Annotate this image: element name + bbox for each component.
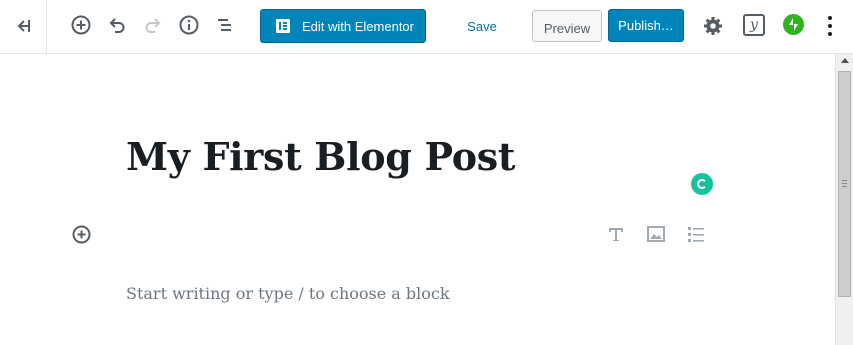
block-navigation-icon[interactable] <box>211 11 239 39</box>
editor-header-toolbar: Edit with Elementor Save Draft Preview P… <box>0 0 853 67</box>
back-to-dashboard-icon[interactable] <box>10 12 38 40</box>
yoast-seo-icon[interactable]: y <box>743 14 765 36</box>
grammarly-icon[interactable] <box>691 173 713 195</box>
toolbar-separator <box>46 0 47 53</box>
edit-with-elementor-label: Edit with Elementor <box>302 18 414 34</box>
image-icon[interactable] <box>644 222 668 246</box>
preview-button[interactable]: Preview <box>532 10 602 42</box>
elementor-icon <box>276 19 290 33</box>
vertical-scrollbar[interactable] <box>835 54 853 345</box>
add-block-icon[interactable] <box>67 11 95 39</box>
more-options-icon[interactable] <box>822 16 838 36</box>
scroll-up-arrow-icon[interactable] <box>841 58 849 63</box>
list-icon[interactable] <box>684 222 708 246</box>
block-placeholder[interactable]: Start writing or type / to choose a bloc… <box>126 284 450 303</box>
undo-icon[interactable] <box>103 11 131 39</box>
edit-with-elementor-button[interactable]: Edit with Elementor <box>260 9 426 43</box>
add-block-inline-icon[interactable] <box>71 224 92 245</box>
heading-icon[interactable] <box>604 222 628 246</box>
gear-icon[interactable] <box>699 12 727 40</box>
editor-canvas: My First Blog Post Start writing or type… <box>0 54 835 345</box>
scrollbar-grip-icon <box>842 180 847 187</box>
post-title[interactable]: My First Blog Post <box>126 134 515 179</box>
redo-icon[interactable] <box>139 11 167 39</box>
publish-button[interactable]: Publish… <box>608 9 684 42</box>
scrollbar-thumb[interactable] <box>838 71 851 297</box>
jetpack-icon[interactable] <box>783 14 804 35</box>
info-icon[interactable] <box>175 11 203 39</box>
